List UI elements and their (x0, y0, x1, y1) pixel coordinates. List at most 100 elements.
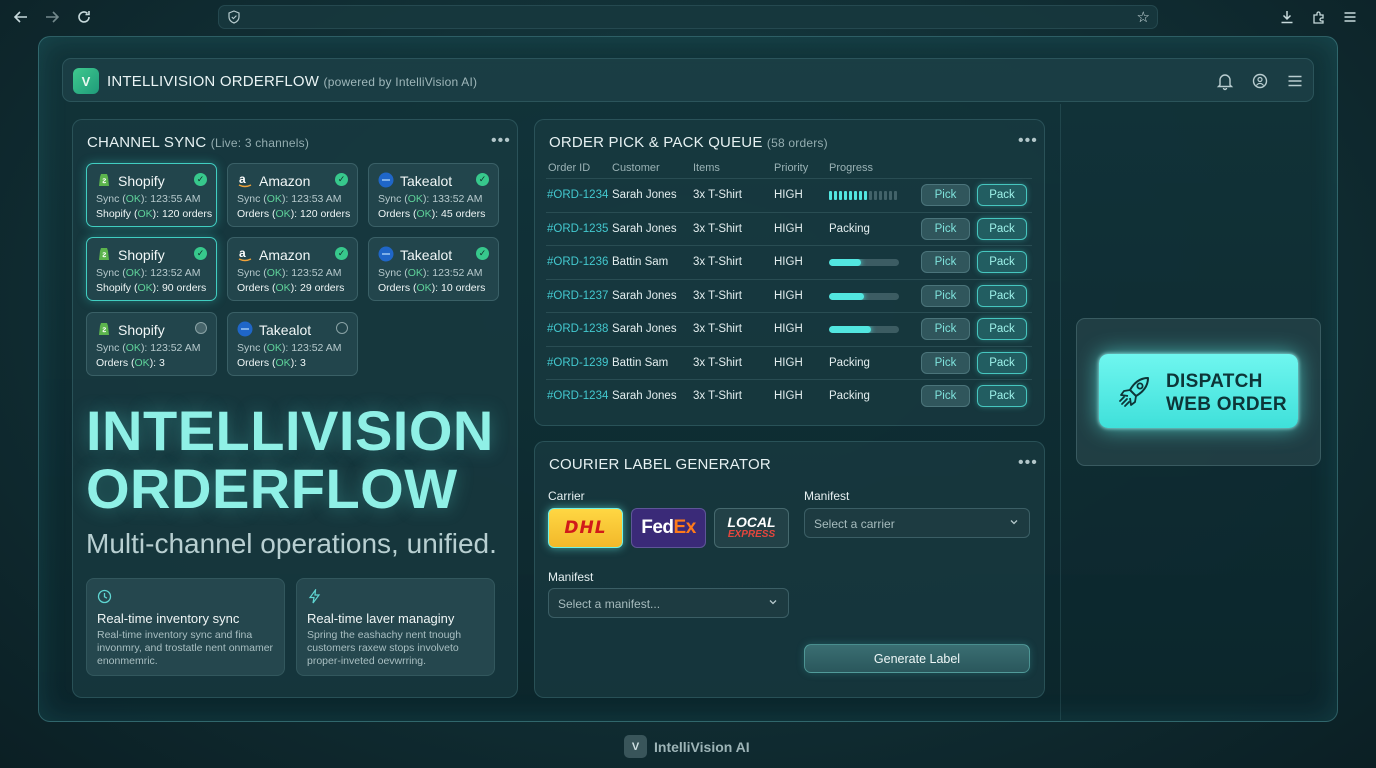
status-text: Packing (829, 356, 870, 369)
address-bar[interactable]: ☆ (218, 5, 1158, 29)
order-items: 3x T-Shirt (693, 356, 742, 369)
sync-text: Sync ( (237, 342, 267, 354)
pack-button[interactable]: Pack (977, 217, 1027, 240)
bell-icon[interactable] (1215, 71, 1235, 91)
fedex-logo-part: Ex (673, 517, 697, 538)
back-icon[interactable] (11, 7, 31, 27)
user-settings-icon[interactable] (1250, 71, 1270, 91)
customer-name: Sarah Jones (612, 289, 677, 302)
manifest-label-right: Manifest (804, 489, 850, 503)
extensions-icon[interactable] (1309, 7, 1329, 27)
carrier-option-fedex[interactable]: FedEx (631, 508, 706, 548)
pick-button[interactable]: Pick (921, 284, 970, 307)
orders-status-line: Shopify (OK): 120 orders (96, 208, 212, 220)
channel-tile-shopify[interactable]: Shopify Sync (OK): 123:52 AM Orders (OK): … (86, 312, 217, 376)
orders-text: Shopify ( (96, 208, 138, 220)
column-header-order-id: Order ID (548, 162, 591, 174)
dhl-logo: DHL (564, 518, 607, 538)
dispatch-label-line2: WEB ORDER (1166, 394, 1287, 415)
channel-tile-takealot[interactable]: Takealot ✓ Sync (OK): 133:52 AM Orders (OK)… (368, 163, 499, 227)
sync-status-line: Sync (OK): 123:52 AM (237, 342, 341, 354)
pick-button[interactable]: Pick (921, 318, 970, 340)
right-column-divider (1060, 104, 1061, 720)
sync-text: Sync ( (96, 342, 126, 354)
progress-bar-fill (829, 259, 861, 266)
pack-button[interactable]: Pack (977, 318, 1027, 340)
order-id-link[interactable]: #ORD-1239 (547, 357, 608, 369)
orders-ok-text: OK (416, 208, 432, 220)
sync-status-line: Sync (OK): 123:55 AM (96, 193, 200, 205)
progress-segment (889, 191, 892, 200)
orders-status-line: Orders (OK): 45 orders (378, 208, 485, 220)
pick-button[interactable]: Pick (921, 217, 970, 240)
orders-ok-text: OK (137, 282, 153, 294)
queue-more-icon[interactable]: ••• (1018, 132, 1038, 150)
pick-button[interactable]: Pick (921, 184, 970, 206)
orders-text: Orders ( (96, 357, 135, 369)
orders-text: Shopify ( (96, 282, 138, 294)
takealot-logo-icon (378, 246, 394, 262)
progress-segment (874, 191, 877, 200)
progress-segment (869, 191, 872, 200)
reload-icon[interactable] (74, 7, 94, 27)
courier-more-icon[interactable]: ••• (1018, 454, 1038, 472)
order-id-link[interactable]: #ORD-1235 (547, 223, 608, 235)
pack-button[interactable]: Pack (977, 385, 1027, 407)
order-id-link[interactable]: #ORD-1236 (547, 256, 608, 268)
hero-title-line2: ORDERFLOW (86, 457, 458, 520)
customer-name: Battin Sam (612, 356, 669, 369)
channel-tile-takealot[interactable]: Takealot ✓ Sync (OK): 123:52 AM Orders (OK)… (368, 237, 499, 301)
lightning-icon (308, 589, 321, 604)
priority-value: HIGH (774, 289, 803, 302)
pack-button[interactable]: Pack (977, 284, 1027, 307)
progress-segment (844, 191, 847, 200)
channel-tile-amazon[interactable]: a Amazon ✓ Sync (OK): 123:53 AM Orders (OK):… (227, 163, 358, 227)
channel-tile-shopify[interactable]: Shopify ✓ Sync (OK): 123:52 AM Shopify (OK)… (86, 237, 217, 301)
hamburger-menu-icon[interactable] (1285, 71, 1305, 91)
forward-icon[interactable] (42, 7, 62, 27)
progress-segment (864, 191, 867, 200)
pack-button[interactable]: Pack (977, 351, 1027, 374)
sync-time: ): 123:52 AM (140, 342, 201, 354)
order-id-link[interactable]: #ORD-1238 (547, 323, 608, 335)
order-id-link[interactable]: #ORD-1234 (547, 189, 608, 201)
generate-label-button[interactable]: Generate Label (804, 644, 1030, 673)
app-title-text: INTELLIVISION ORDERFLOW (107, 73, 320, 90)
channel-tile-takealot[interactable]: Takealot Sync (OK): 123:52 AM Orders (OK):… (227, 312, 358, 376)
order-id-link[interactable]: #ORD-1237 (547, 290, 608, 302)
pick-button[interactable]: Pick (921, 251, 970, 273)
dispatch-web-order-button[interactable]: DISPATCH WEB ORDER (1099, 354, 1298, 428)
local-express-logo-top: LOCAL (727, 514, 776, 530)
progress-segment (854, 191, 857, 200)
order-id-link[interactable]: #ORD-1234 (547, 390, 608, 402)
channel-name: Takealot (400, 173, 453, 189)
pack-button[interactable]: Pack (977, 251, 1027, 273)
pick-button[interactable]: Pick (921, 385, 970, 407)
channel-sync-more-icon[interactable]: ••• (491, 132, 511, 150)
manifest-select[interactable]: Select a manifest... (548, 588, 789, 618)
sync-time: ): 123:52 AM (422, 267, 483, 279)
orders-ok-text: OK (275, 357, 291, 369)
app-header: V INTELLIVISION ORDERFLOW (powered by In… (62, 58, 1314, 102)
bookmark-star-icon[interactable]: ☆ (1137, 8, 1150, 26)
menu-icon[interactable] (1340, 7, 1360, 27)
progress-bar-fill (829, 292, 864, 300)
channel-tile-shopify[interactable]: Shopify ✓ Sync (OK): 123:55 AM Shopify (OK)… (86, 163, 217, 227)
pack-button[interactable]: Pack (977, 184, 1027, 206)
queue-heading: ORDER PICK & PACK QUEUE (549, 134, 763, 151)
browser-toolbar: ☆ (0, 0, 1376, 34)
pick-button[interactable]: Pick (921, 351, 970, 374)
carrier-option-local-express[interactable]: LOCAL EXPRESS (714, 508, 789, 548)
sync-text: Sync ( (378, 193, 408, 205)
channel-sync-title: CHANNEL SYNC (Live: 3 channels) (87, 134, 309, 151)
priority-value: HIGH (774, 189, 803, 201)
customer-name: Battin Sam (612, 256, 669, 268)
orders-count: ): 10 orders (431, 282, 486, 294)
download-icon[interactable] (1277, 7, 1297, 27)
carrier-option-dhl[interactable]: DHL (548, 508, 623, 548)
check-circle-icon: ✓ (476, 247, 489, 260)
progress-segment (884, 191, 887, 200)
carrier-select[interactable]: Select a carrier (804, 508, 1030, 538)
channel-tile-amazon[interactable]: a Amazon ✓ Sync (OK): 123:52 AM Orders (OK):… (227, 237, 358, 301)
status-text: Packing (829, 390, 870, 402)
